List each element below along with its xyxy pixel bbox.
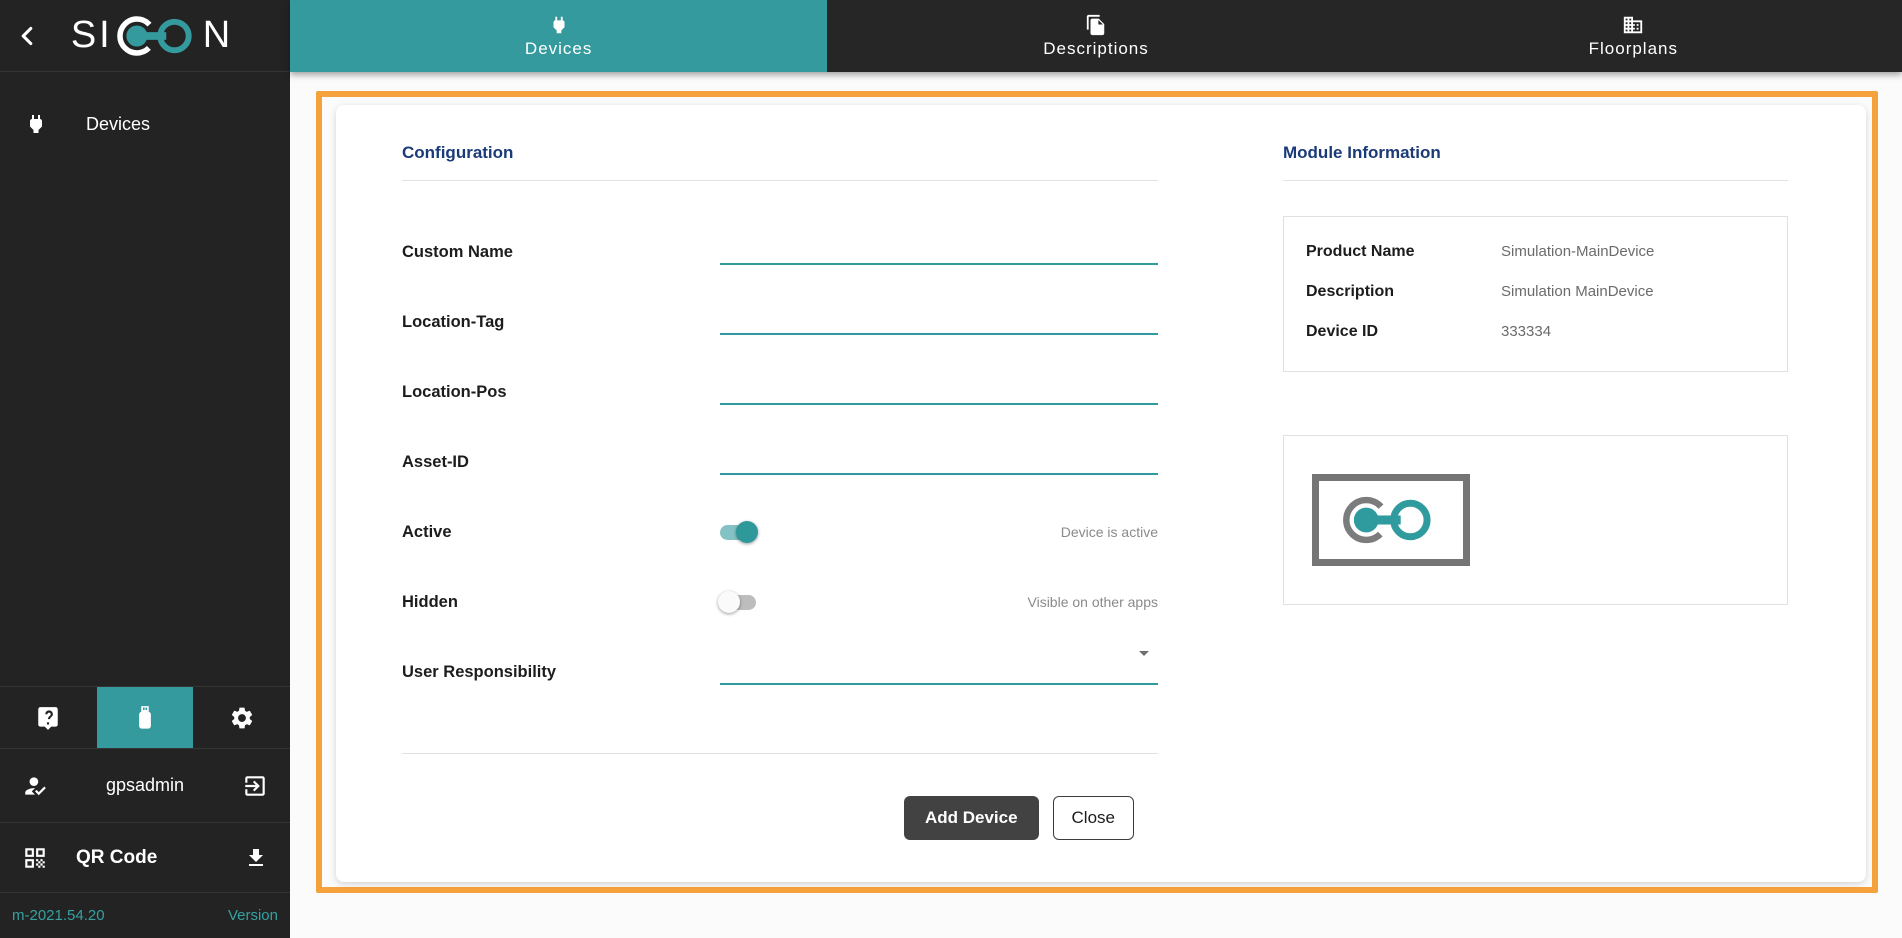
custom-name-control <box>720 217 1158 287</box>
product-name-value: Simulation-MainDevice <box>1501 243 1654 261</box>
user-responsibility-label: User Responsibility <box>402 663 720 682</box>
version-number: m-2021.54.20 <box>12 907 105 924</box>
device-panel: Configuration Custom Name Location-Tag <box>336 105 1866 882</box>
plug-icon <box>548 14 570 36</box>
download-icon[interactable] <box>244 846 268 870</box>
asset-id-input[interactable] <box>720 447 1158 475</box>
tab-label: Descriptions <box>1043 39 1149 59</box>
custom-name-label: Custom Name <box>402 243 720 262</box>
location-pos-row: Location-Pos <box>402 357 1158 427</box>
user-row: gpsadmin <box>0 748 290 822</box>
location-pos-label: Location-Pos <box>402 383 720 402</box>
app-window: SI N Devices <box>0 0 1902 938</box>
sidebar-item-label: Devices <box>86 114 150 135</box>
sidebar-item-devices[interactable]: Devices <box>0 98 290 150</box>
hidden-row: Hidden Visible on other apps <box>402 567 1158 637</box>
description-label: Description <box>1306 283 1501 301</box>
divider <box>1283 180 1788 181</box>
user-check-icon <box>22 773 48 799</box>
sidebar-icon-row <box>0 686 290 748</box>
hidden-label: Hidden <box>402 593 720 612</box>
close-button[interactable]: Close <box>1053 796 1134 840</box>
location-tag-row: Location-Tag <box>402 287 1158 357</box>
module-image-box <box>1283 435 1788 605</box>
location-pos-input[interactable] <box>720 377 1158 405</box>
active-helper-text: Device is active <box>756 524 1158 540</box>
divider <box>402 180 1158 181</box>
user-responsibility-row: User Responsibility <box>402 637 1158 707</box>
main-area: Devices Descriptions Floorplans Configur… <box>290 0 1902 938</box>
location-tag-control <box>720 287 1158 357</box>
info-row-device-id: Device ID 333334 <box>1306 323 1777 341</box>
button-row: Add Device Close <box>402 796 1158 840</box>
plug-icon <box>24 112 48 136</box>
tab-devices[interactable]: Devices <box>290 0 827 72</box>
configuration-title: Configuration <box>402 143 1158 163</box>
chevron-down-icon[interactable] <box>1132 641 1156 665</box>
configuration-section: Configuration Custom Name Location-Tag <box>402 105 1158 882</box>
back-button[interactable] <box>14 23 54 49</box>
toggle-thumb <box>736 521 758 543</box>
info-row-description: Description Simulation MainDevice <box>1306 283 1777 301</box>
user-responsibility-value[interactable] <box>720 657 1158 685</box>
building-icon <box>1622 14 1644 36</box>
device-id-value: 333334 <box>1501 323 1551 341</box>
divider <box>402 753 1158 754</box>
settings-button[interactable] <box>193 687 290 748</box>
hidden-helper-text: Visible on other apps <box>756 594 1158 610</box>
info-row-product-name: Product Name Simulation-MainDevice <box>1306 243 1777 261</box>
content-area: Configuration Custom Name Location-Tag <box>290 72 1902 938</box>
asset-id-control <box>720 427 1158 497</box>
username: gpsadmin <box>48 775 242 796</box>
tab-floorplans[interactable]: Floorplans <box>1365 0 1902 72</box>
user-responsibility-select[interactable] <box>720 637 1158 707</box>
help-icon <box>35 705 61 731</box>
tab-descriptions[interactable]: Descriptions <box>827 0 1364 72</box>
sidebar-header: SI N <box>0 0 290 72</box>
logout-icon[interactable] <box>242 773 268 799</box>
product-name-label: Product Name <box>1306 243 1501 261</box>
module-information-title: Module Information <box>1283 143 1788 163</box>
usb-device-icon <box>130 703 160 733</box>
co-logo-icon <box>1336 492 1446 548</box>
qr-code-icon <box>22 845 48 871</box>
active-toggle[interactable] <box>720 525 756 540</box>
location-pos-control <box>720 357 1158 427</box>
toggle-thumb <box>718 591 740 613</box>
module-logo <box>1312 474 1470 566</box>
sicon-co-icon <box>114 12 202 60</box>
sidebar-nav: Devices <box>0 72 290 686</box>
tab-bar: Devices Descriptions Floorplans <box>290 0 1902 72</box>
asset-id-row: Asset-ID <box>402 427 1158 497</box>
qr-code-row[interactable]: QR Code <box>0 822 290 892</box>
sidebar: SI N Devices <box>0 0 290 938</box>
tab-label: Floorplans <box>1589 39 1678 59</box>
logo-text-pre: SI <box>71 14 113 57</box>
custom-name-input[interactable] <box>720 237 1158 265</box>
active-label: Active <box>402 523 720 542</box>
chevron-left-icon <box>14 23 40 49</box>
devices-module-button[interactable] <box>97 687 194 748</box>
module-info-box: Product Name Simulation-MainDevice Descr… <box>1283 216 1788 372</box>
tab-label: Devices <box>525 39 592 59</box>
location-tag-input[interactable] <box>720 307 1158 335</box>
add-device-button[interactable]: Add Device <box>904 796 1039 840</box>
asset-id-label: Asset-ID <box>402 453 720 472</box>
help-button[interactable] <box>0 687 97 748</box>
qr-code-label: QR Code <box>76 847 244 869</box>
device-id-label: Device ID <box>1306 323 1501 341</box>
logo-text-post: N <box>203 14 233 57</box>
configuration-form: Custom Name Location-Tag <box>402 217 1158 707</box>
active-row: Active Device is active <box>402 497 1158 567</box>
custom-name-row: Custom Name <box>402 217 1158 287</box>
version-row: m-2021.54.20 Version <box>0 892 290 938</box>
sicon-logo: SI N <box>54 12 250 60</box>
module-information-section: Module Information Product Name Simulati… <box>1283 105 1788 882</box>
documents-icon <box>1085 14 1107 36</box>
gear-icon <box>229 705 255 731</box>
hidden-toggle[interactable] <box>720 595 756 610</box>
description-value: Simulation MainDevice <box>1501 283 1654 301</box>
location-tag-label: Location-Tag <box>402 313 720 332</box>
version-label: Version <box>228 907 278 924</box>
